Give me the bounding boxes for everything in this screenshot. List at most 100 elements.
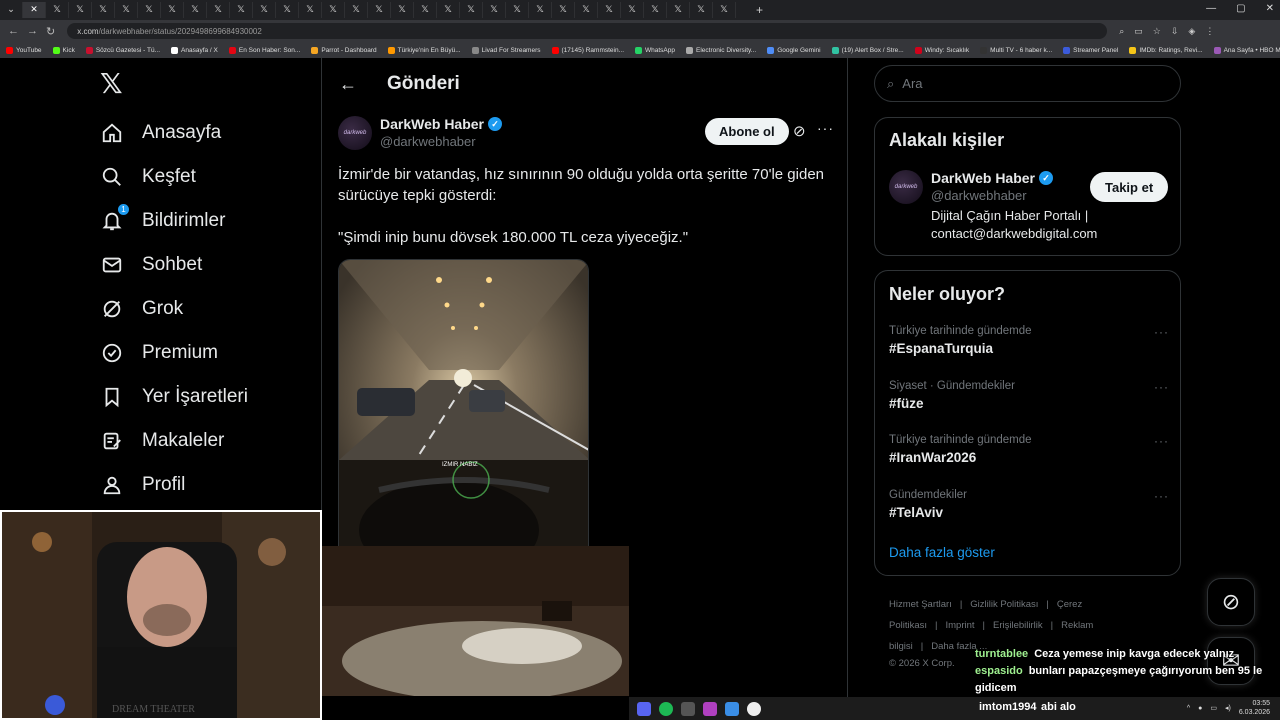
trend-item[interactable]: Gündemdekiler #TelAviv ··· xyxy=(889,489,1169,520)
browser-tab[interactable]: 𝕏 xyxy=(598,2,621,18)
browser-tab[interactable]: 𝕏 xyxy=(207,2,230,18)
volume-icon[interactable]: ◂) xyxy=(1225,704,1231,712)
maximize-button[interactable]: ▢ xyxy=(1236,3,1245,14)
network-icon[interactable]: ▭ xyxy=(1210,704,1217,712)
show-more-link[interactable]: Daha fazla göster xyxy=(889,545,995,560)
app-icon[interactable] xyxy=(703,701,717,716)
grok-fab-button[interactable]: ⊘ xyxy=(1207,578,1255,626)
discord-icon[interactable] xyxy=(637,701,651,716)
more-options-icon[interactable]: ··· xyxy=(1154,489,1169,503)
bookmark-item[interactable]: WhatsApp xyxy=(635,46,675,54)
zoom-icon[interactable]: ⌕ xyxy=(1119,26,1124,37)
browser-tab-active[interactable]: ✕ xyxy=(23,2,46,18)
follow-button[interactable]: Takip et xyxy=(1090,172,1169,202)
bookmark-item[interactable]: Electronic Diversity... xyxy=(686,46,756,54)
avatar[interactable]: darkweb xyxy=(338,116,372,150)
bookmark-item[interactable]: IMDb: Ratings, Revi... xyxy=(1129,46,1203,54)
more-options-icon[interactable]: ··· xyxy=(817,120,834,136)
browser-tab[interactable]: 𝕏 xyxy=(161,2,184,18)
download-icon[interactable]: ⇩ xyxy=(1171,26,1179,37)
x-logo-icon[interactable]: 𝕏 xyxy=(100,70,126,98)
search-input[interactable]: ⌕ Ara xyxy=(874,65,1181,102)
grok-icon[interactable]: ⊘ xyxy=(793,122,806,140)
browser-tab[interactable]: 𝕏 xyxy=(437,2,460,18)
bookmark-item[interactable]: Google Gemini xyxy=(767,46,821,54)
trend-item[interactable]: Siyaset · Gündemdekiler #füze ··· xyxy=(889,380,1169,411)
related-handle[interactable]: @darkwebhaber xyxy=(931,188,1111,203)
trend-item[interactable]: Türkiye tarihinde gündemde #EspanaTurquia… xyxy=(889,325,1169,356)
new-tab-button[interactable]: + xyxy=(756,3,763,17)
more-options-icon[interactable]: ··· xyxy=(1154,325,1169,339)
minimize-button[interactable]: — xyxy=(1206,3,1216,14)
browser-tab[interactable]: 𝕏 xyxy=(391,2,414,18)
browser-tab[interactable]: 𝕏 xyxy=(92,2,115,18)
nav-item-mail[interactable]: Sohbet xyxy=(100,250,202,280)
browser-tab[interactable]: 𝕏 xyxy=(322,2,345,18)
browser-tab[interactable]: 𝕏 xyxy=(46,2,69,18)
more-options-icon[interactable]: ··· xyxy=(1154,380,1169,394)
spotify-icon[interactable] xyxy=(659,701,673,716)
browser-tab[interactable]: 𝕏 xyxy=(299,2,322,18)
bookmark-item[interactable]: Parrot - Dashboard xyxy=(311,46,377,54)
bookmark-item[interactable]: En Son Haber: Son... xyxy=(228,46,300,54)
related-name[interactable]: DarkWeb Haber xyxy=(931,170,1035,186)
browser-tab[interactable]: 𝕏 xyxy=(230,2,253,18)
bookmark-item[interactable]: Sözcü Gazetesi - Tü... xyxy=(85,46,160,54)
bookmark-item[interactable]: YouTube xyxy=(6,46,42,54)
browser-tab[interactable]: 𝕏 xyxy=(460,2,483,18)
bookmark-item[interactable]: Livad For Streamers xyxy=(471,46,541,54)
browser-tab[interactable]: 𝕏 xyxy=(345,2,368,18)
close-window-button[interactable]: ✕ xyxy=(1266,3,1274,14)
bookmark-item[interactable]: Türkiye'nin En Büyü... xyxy=(387,46,461,54)
bookmark-item[interactable]: Streamer Panel xyxy=(1063,46,1118,54)
browser-tab[interactable]: 𝕏 xyxy=(276,2,299,18)
extensions-icon[interactable]: ◈ xyxy=(1188,26,1195,37)
browser-tab[interactable]: 𝕏 xyxy=(621,2,644,18)
forward-nav-icon[interactable]: → xyxy=(27,25,38,37)
bookmark-item[interactable]: Multi TV - 6 haber k... xyxy=(980,46,1052,54)
bookmark-item[interactable]: (17145) Rammstein... xyxy=(551,46,624,54)
post-video[interactable]: IZMIR NABIZ xyxy=(338,259,589,547)
author-name[interactable]: DarkWeb Haber xyxy=(380,116,484,132)
browser-tab[interactable]: 𝕏 xyxy=(483,2,506,18)
footer-link[interactable]: Gizlilik Politikası xyxy=(970,599,1038,610)
nav-item-premium[interactable]: Premium xyxy=(100,338,218,368)
tab-search-button[interactable]: ⌄ xyxy=(0,2,23,18)
bookmark-item[interactable]: Anasayfa / X xyxy=(171,46,218,54)
avatar[interactable]: darkweb xyxy=(889,170,923,204)
chrome-icon[interactable] xyxy=(747,701,761,716)
tray-arrow-icon[interactable]: ^ xyxy=(1187,705,1190,712)
trend-item[interactable]: Türkiye tarihinde gündemde #IranWar2026 ··… xyxy=(889,434,1169,465)
browser-tab[interactable]: 𝕏 xyxy=(667,2,690,18)
author-handle[interactable]: @darkwebhaber xyxy=(380,134,502,149)
nav-item-article[interactable]: Makaleler xyxy=(100,426,224,456)
browser-tab[interactable]: 𝕏 xyxy=(529,2,552,18)
back-nav-icon[interactable]: ← xyxy=(8,25,19,37)
browser-tab[interactable]: 𝕏 xyxy=(253,2,276,18)
browser-tab[interactable]: 𝕏 xyxy=(575,2,598,18)
browser-tab[interactable]: 𝕏 xyxy=(115,2,138,18)
footer-link[interactable]: Imprint xyxy=(945,620,974,631)
browser-tab[interactable]: 𝕏 xyxy=(184,2,207,18)
footer-link[interactable]: Hizmet Şartları xyxy=(889,599,952,610)
more-options-icon[interactable]: ··· xyxy=(1154,434,1169,448)
bookmark-item[interactable]: Kick xyxy=(52,46,75,54)
footer-link[interactable]: Erişilebilirlik xyxy=(993,620,1043,631)
nav-item-search[interactable]: Keşfet xyxy=(100,162,196,192)
cast-icon[interactable]: ▭ xyxy=(1134,26,1143,37)
nav-item-home[interactable]: Anasayfa xyxy=(100,118,221,148)
back-arrow-icon[interactable]: ← xyxy=(339,74,359,95)
browser-tab[interactable]: 𝕏 xyxy=(414,2,437,18)
app-icon[interactable] xyxy=(681,701,695,716)
app-icon[interactable] xyxy=(725,701,739,716)
reload-icon[interactable]: ↻ xyxy=(46,25,55,38)
nav-item-profile[interactable]: Profil xyxy=(100,470,185,500)
nav-item-bookmark[interactable]: Yer İşaretleri xyxy=(100,382,248,412)
nav-item-bell[interactable]: 1 Bildirimler xyxy=(100,203,225,236)
bookmark-item[interactable]: (19) Alert Box / Stre... xyxy=(831,46,904,54)
browser-tab[interactable]: 𝕏 xyxy=(368,2,391,18)
post-author[interactable]: darkweb DarkWeb Haber ✓ @darkwebhaber xyxy=(338,116,503,150)
clock[interactable]: 03:55 6.03.2026 xyxy=(1239,699,1270,717)
browser-tab[interactable]: 𝕏 xyxy=(713,2,736,18)
bookmark-item[interactable]: Ana Sayfa • HBO Max xyxy=(1213,46,1280,54)
